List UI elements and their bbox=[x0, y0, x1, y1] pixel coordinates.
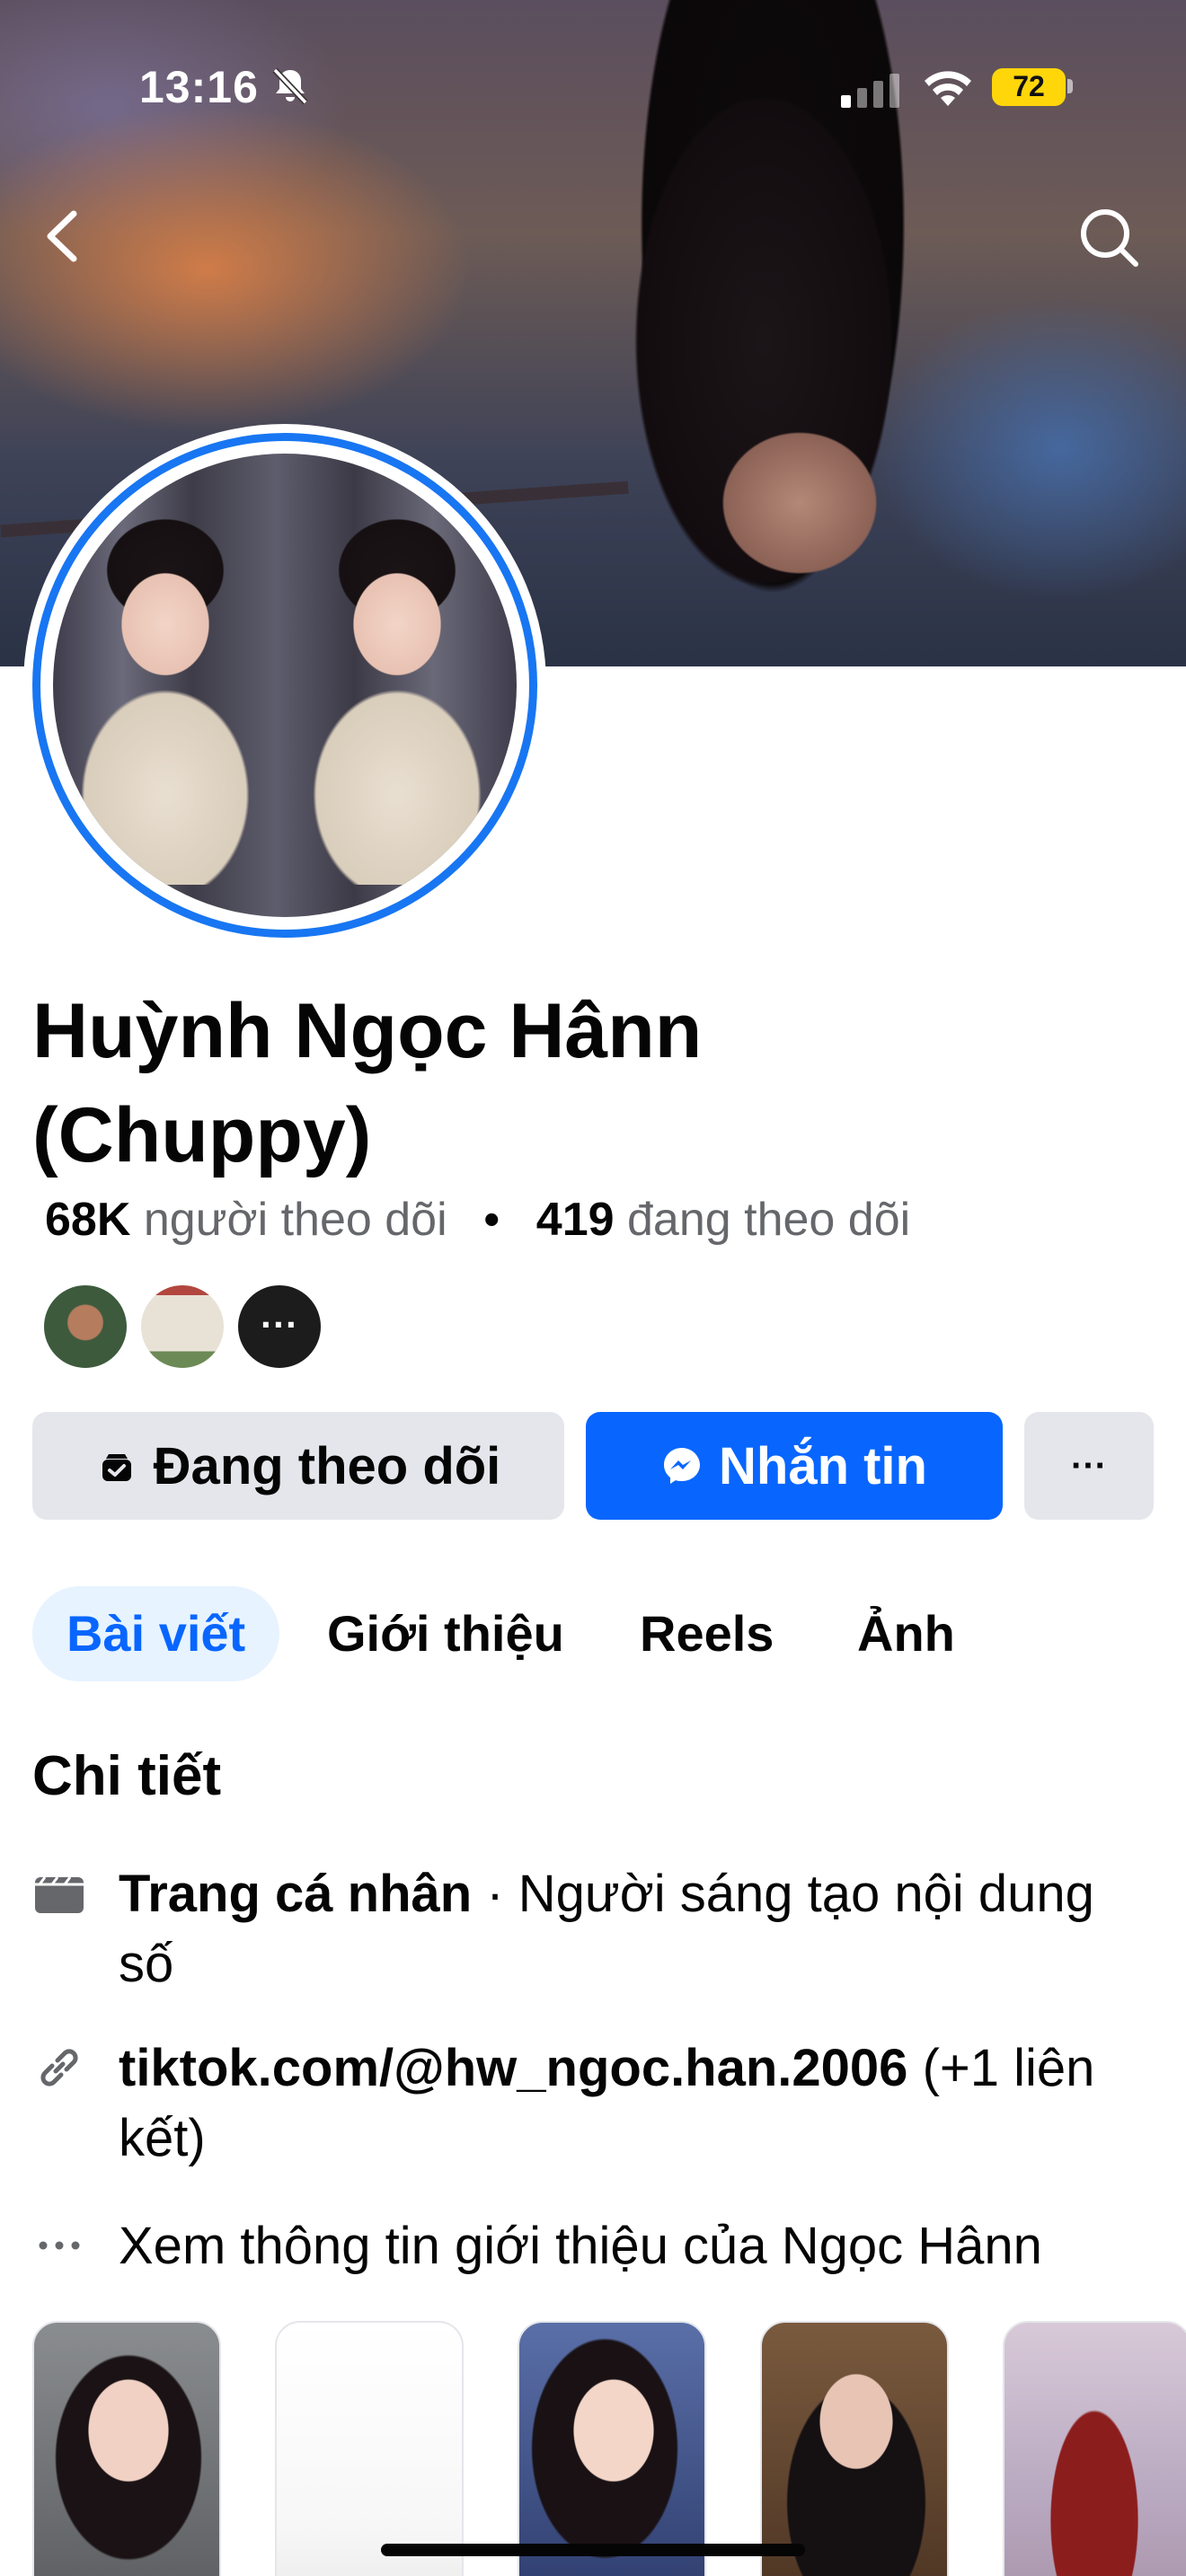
profile-avatar[interactable] bbox=[23, 424, 546, 947]
wifi-icon bbox=[925, 71, 971, 106]
stats-separator: • bbox=[483, 1194, 500, 1246]
friend-avatar[interactable] bbox=[41, 1283, 129, 1371]
followers-label[interactable]: người theo dõi bbox=[144, 1194, 447, 1246]
bell-slash-icon bbox=[272, 67, 308, 105]
video-clapper-icon bbox=[35, 1876, 84, 1913]
tab-about[interactable]: Giới thiệu bbox=[327, 1586, 564, 1681]
status-time: 13:16 bbox=[139, 62, 259, 112]
page-type-label: Trang cá nhân bbox=[119, 1865, 473, 1923]
more-friends-button[interactable]: ··· bbox=[235, 1283, 323, 1371]
featured-item[interactable] bbox=[760, 2321, 949, 2576]
featured-item[interactable] bbox=[1003, 2321, 1186, 2576]
profile-name: Huỳnh Ngọc Hânn (Chuppy) bbox=[32, 988, 703, 1178]
follow-stats[interactable]: 68K người theo dõi • 419 đang theo dõi bbox=[45, 1193, 910, 1248]
chevron-left-icon[interactable] bbox=[36, 205, 90, 268]
following-button[interactable]: Đang theo dõi bbox=[32, 1412, 564, 1520]
more-dots-icon bbox=[39, 2241, 80, 2250]
avatar-photo bbox=[53, 454, 517, 917]
status-bar: 13:16 72 bbox=[0, 54, 1186, 117]
battery-level: 72 bbox=[1013, 70, 1045, 102]
link-icon bbox=[40, 2049, 78, 2086]
cellular-signal-icon bbox=[841, 74, 899, 108]
see-about-link[interactable]: Xem thông tin giới thiệu của Ngọc Hânn bbox=[119, 2211, 1152, 2281]
tab-photos[interactable]: Ảnh bbox=[857, 1586, 955, 1681]
detail-page-type-text: Trang cá nhân · Người sáng tạo nội dung … bbox=[119, 1859, 1152, 1999]
following-count[interactable]: 419 bbox=[536, 1194, 615, 1246]
search-icon[interactable] bbox=[1075, 203, 1143, 271]
detail-see-about[interactable]: Xem thông tin giới thiệu của Ngọc Hânn bbox=[32, 2211, 1155, 2292]
avatar-figure-left bbox=[53, 507, 278, 885]
featured-item[interactable] bbox=[518, 2321, 706, 2576]
featured-item[interactable] bbox=[32, 2321, 221, 2576]
following-label[interactable]: đang theo dõi bbox=[627, 1194, 910, 1246]
tab-reels[interactable]: Reels bbox=[640, 1586, 774, 1681]
battery-icon: 72 bbox=[992, 65, 1075, 108]
message-button-label: Nhắn tin bbox=[719, 1436, 927, 1495]
followers-count[interactable]: 68K bbox=[45, 1194, 130, 1246]
details-title: Chi tiết bbox=[32, 1745, 222, 1807]
website-link[interactable]: tiktok.com/@hw_ngoc.han.2006 bbox=[119, 2039, 907, 2097]
detail-page-type: Trang cá nhân · Người sáng tạo nội dung … bbox=[32, 1859, 1155, 2003]
person-check-icon bbox=[102, 1454, 131, 1481]
message-button[interactable]: Nhắn tin bbox=[586, 1412, 1003, 1520]
home-indicator[interactable] bbox=[381, 2544, 805, 2556]
following-button-label: Đang theo dõi bbox=[153, 1436, 501, 1495]
more-options-button[interactable]: ··· bbox=[1024, 1412, 1154, 1520]
messenger-icon bbox=[664, 1448, 700, 1484]
detail-website[interactable]: tiktok.com/@hw_ngoc.han.2006 (+1 liên kế… bbox=[32, 2033, 1155, 2177]
featured-collections bbox=[0, 2321, 1186, 2576]
avatar-figure-right bbox=[285, 507, 509, 885]
featured-item[interactable] bbox=[275, 2321, 464, 2576]
friend-avatar[interactable] bbox=[138, 1283, 226, 1371]
detail-website-text[interactable]: tiktok.com/@hw_ngoc.han.2006 (+1 liên kế… bbox=[119, 2033, 1152, 2174]
tab-posts[interactable]: Bài viết bbox=[32, 1586, 280, 1681]
